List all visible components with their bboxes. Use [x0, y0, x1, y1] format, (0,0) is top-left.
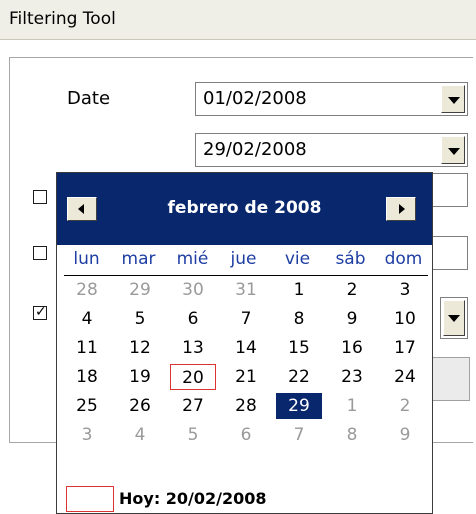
check-icon: ✓	[35, 304, 47, 320]
date-from-dropdown-button[interactable]	[441, 85, 465, 113]
calendar-day[interactable]: 28	[223, 393, 269, 419]
calendar-day[interactable]: 12	[117, 335, 163, 361]
calendar-day[interactable]: 22	[276, 364, 322, 390]
weekday-label: sáb	[335, 249, 366, 269]
chevron-down-icon	[448, 315, 460, 322]
weekday-label: mar	[121, 249, 156, 269]
calendar-day[interactable]: 27	[170, 393, 216, 419]
tool-header: Filtering Tool	[0, 0, 476, 40]
today-link[interactable]: Hoy: 20/02/2008	[119, 489, 267, 508]
calendar-day[interactable]: 2	[329, 277, 375, 303]
calendar-month-title: febrero de 2008	[167, 198, 322, 218]
next-month-button[interactable]	[386, 197, 416, 221]
calendar-day[interactable]: 3	[64, 422, 110, 448]
calendar-day[interactable]: 31	[223, 277, 269, 303]
date-to-dropdown-button[interactable]	[441, 136, 465, 164]
calendar-day[interactable]: 15	[276, 335, 322, 361]
calendar-day[interactable]: 6	[170, 306, 216, 332]
calendar-day[interactable]: 25	[64, 393, 110, 419]
date-label: Date	[67, 88, 111, 109]
date-to-value: 29/02/2008	[203, 139, 307, 160]
chevron-down-icon	[448, 97, 460, 104]
calendar-day[interactable]: 14	[223, 335, 269, 361]
calendar-day[interactable]: 20	[170, 364, 216, 390]
calendar-day[interactable]: 26	[117, 393, 163, 419]
date-from-combo[interactable]: 01/02/2008	[195, 82, 468, 116]
calendar-day[interactable]: 23	[329, 364, 375, 390]
weekday-label: vie	[284, 249, 311, 269]
calendar-day[interactable]: 6	[223, 422, 269, 448]
calendar-day[interactable]: 8	[276, 306, 322, 332]
calendar-day[interactable]: 3	[382, 277, 428, 303]
calendar-day[interactable]: 11	[64, 335, 110, 361]
tool-title: Filtering Tool	[9, 9, 116, 29]
calendar-day[interactable]: 5	[117, 306, 163, 332]
calendar-day[interactable]: 1	[329, 393, 375, 419]
calendar-day[interactable]: 9	[329, 306, 375, 332]
chevron-down-icon	[448, 148, 460, 155]
calendar-day[interactable]: 28	[64, 277, 110, 303]
weekday-label: jue	[230, 249, 257, 269]
calendar-day[interactable]: 10	[382, 306, 428, 332]
calendar-day[interactable]: 29	[117, 277, 163, 303]
calendar-day[interactable]: 4	[64, 306, 110, 332]
arrow-right-icon	[399, 204, 405, 214]
calendar-day[interactable]: 7	[276, 422, 322, 448]
filter-field-2[interactable]	[430, 236, 468, 270]
calendar-day[interactable]: 9	[382, 422, 428, 448]
calendar-day[interactable]: 19	[117, 364, 163, 390]
calendar-day[interactable]: 1	[276, 277, 322, 303]
filter-checkbox-2[interactable]	[33, 246, 47, 260]
filter-dropdown-3[interactable]	[440, 297, 468, 339]
filter-checkbox-1[interactable]	[33, 190, 47, 204]
weekday-label: lun	[73, 249, 100, 269]
filter-dropdown-3-button[interactable]	[443, 300, 465, 336]
calendar-day[interactable]: 8	[329, 422, 375, 448]
calendar-day[interactable]: 17	[382, 335, 428, 361]
calendar-day[interactable]: 4	[117, 422, 163, 448]
filter-checkbox-3[interactable]: ✓	[33, 304, 47, 320]
calendar-day[interactable]: 2	[382, 393, 428, 419]
calendar-day[interactable]: 24	[382, 364, 428, 390]
weekday-label: mié	[176, 249, 209, 269]
weekday-label: dom	[384, 249, 423, 269]
calendar-day[interactable]: 13	[170, 335, 216, 361]
calendar-day[interactable]: 29	[276, 393, 322, 419]
calendar-day[interactable]: 30	[170, 277, 216, 303]
date-from-value: 01/02/2008	[203, 88, 307, 109]
calendar-day[interactable]: 18	[64, 364, 110, 390]
today-marker-box	[66, 486, 114, 512]
action-button[interactable]	[430, 357, 470, 401]
date-picker-popup: febrero de 2008 lun mar mié jue vie sáb …	[56, 172, 433, 514]
date-to-combo[interactable]: 29/02/2008	[195, 133, 468, 167]
calendar-day[interactable]: 21	[223, 364, 269, 390]
calendar-header: febrero de 2008	[57, 173, 432, 245]
calendar-day[interactable]: 16	[329, 335, 375, 361]
calendar-day[interactable]: 5	[170, 422, 216, 448]
calendar-day[interactable]: 7	[223, 306, 269, 332]
filter-field-1[interactable]	[430, 173, 468, 207]
weekday-header-row: lun mar mié jue vie sáb dom	[64, 249, 428, 276]
